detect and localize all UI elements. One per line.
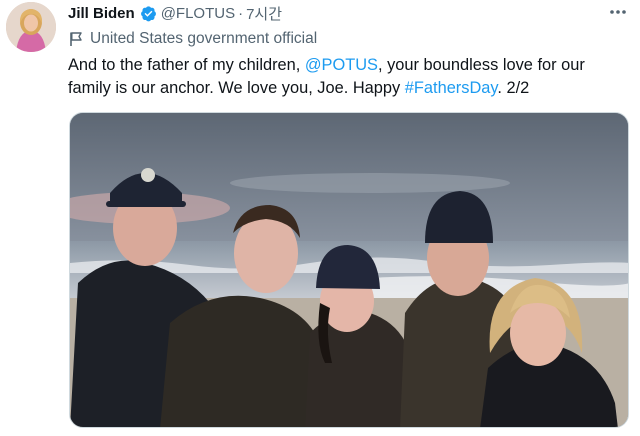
tweet-photo[interactable] — [69, 112, 629, 428]
flag-icon — [68, 31, 84, 47]
separator-dot: · — [238, 4, 244, 22]
author-name[interactable]: Jill Biden — [68, 5, 135, 22]
author-handle[interactable]: @FLOTUS — [161, 5, 235, 22]
avatar-image — [6, 2, 56, 52]
verified-badge-icon — [140, 5, 157, 22]
tweet-text-part-1: And to the father of my children, — [68, 56, 305, 74]
hashtag-link[interactable]: #FathersDay — [405, 79, 498, 97]
mention-link[interactable]: @POTUS — [305, 56, 378, 74]
avatar[interactable] — [6, 2, 56, 52]
tweet-header: Jill Biden @FLOTUS · 7시간 — [68, 3, 282, 23]
tweet-timestamp[interactable]: 7시간 — [246, 3, 282, 24]
more-options-icon[interactable] — [606, 2, 630, 22]
tweet-text-part-3: . 2/2 — [497, 79, 530, 97]
government-label: United States government official — [68, 29, 317, 49]
government-label-text: United States government official — [90, 30, 318, 47]
tweet-text: And to the father of my children, @POTUS… — [68, 54, 628, 100]
beach-family-photo — [70, 113, 628, 427]
